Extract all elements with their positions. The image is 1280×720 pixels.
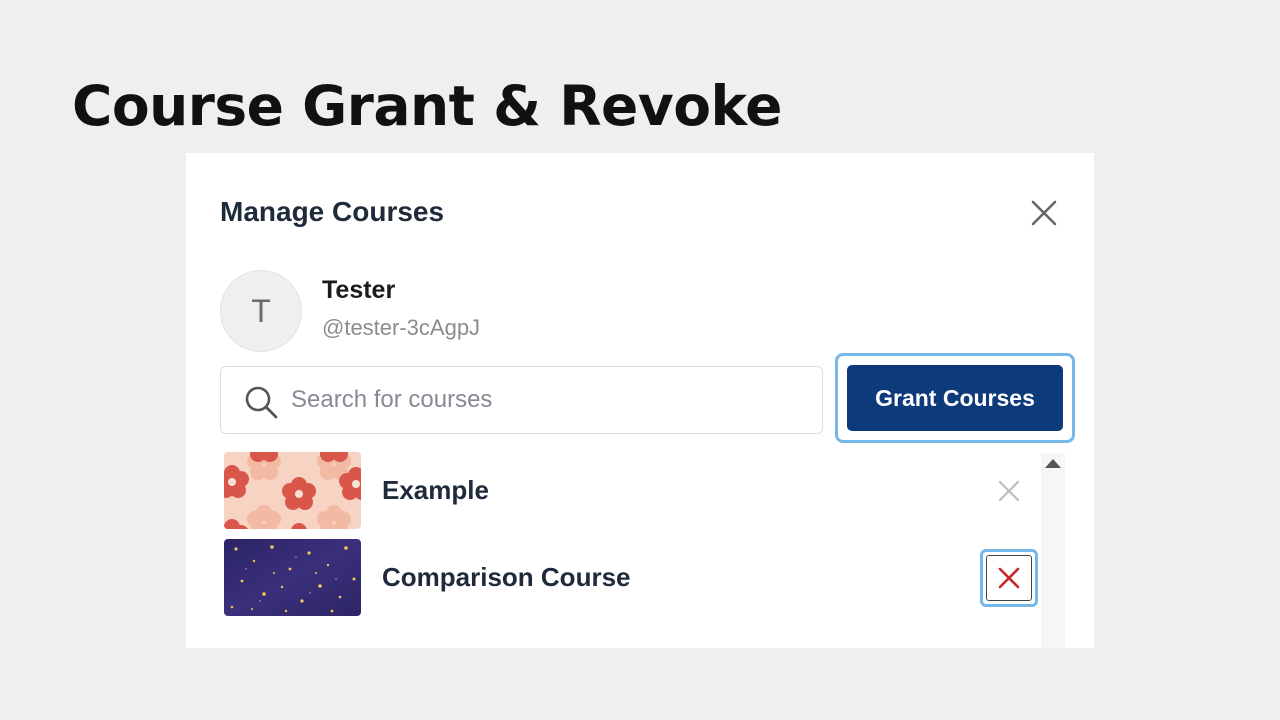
search-box: [220, 366, 823, 434]
user-handle: @tester-3cAgpJ: [322, 315, 481, 340]
triangle-up-icon: [1045, 459, 1061, 468]
remove-course-button-inner: [986, 555, 1032, 601]
course-row: Comparison Course: [224, 539, 1044, 617]
user-name: Tester: [322, 276, 396, 304]
avatar: T: [220, 270, 302, 352]
course-title: Comparison Course: [382, 562, 631, 592]
course-row: Example: [224, 452, 1044, 530]
search-icon: [245, 386, 278, 419]
scroll-up-arrow[interactable]: [1041, 453, 1065, 473]
search-input[interactable]: [291, 377, 801, 423]
modal-title: Manage Courses: [220, 196, 445, 227]
manage-courses-modal: Manage Courses T Tester @tester-3cAgpJ G…: [186, 153, 1094, 648]
slide-title: Course Grant & Revoke: [72, 74, 782, 138]
course-thumbnail-flowers: [224, 452, 361, 529]
course-title: Example: [382, 475, 489, 505]
close-icon: [1031, 200, 1057, 226]
course-list-scrollbar[interactable]: [1041, 453, 1065, 648]
close-icon: [998, 567, 1020, 589]
close-icon: [998, 480, 1020, 502]
grant-courses-label: Grant Courses: [847, 365, 1063, 431]
remove-course-button[interactable]: [980, 549, 1038, 607]
remove-course-button[interactable]: [994, 476, 1024, 506]
course-thumbnail-starry-night: [224, 539, 361, 616]
grant-courses-button[interactable]: Grant Courses: [835, 353, 1075, 443]
close-modal-button[interactable]: [1028, 197, 1060, 229]
